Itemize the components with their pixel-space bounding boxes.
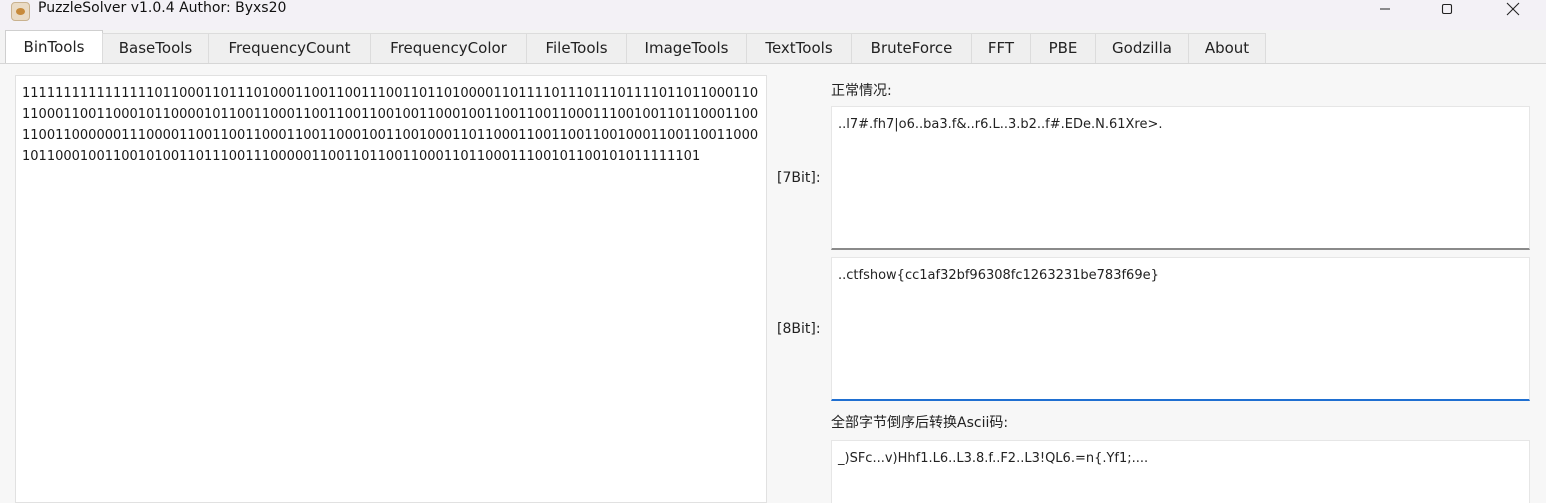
normal-label: 正常情况:: [831, 83, 892, 99]
reverse-output[interactable]: _)SFc...v)Hhf1.L6..L3.8.f..F2..L3!QL6.=n…: [831, 440, 1530, 503]
tab-about[interactable]: About: [1188, 33, 1266, 63]
title-bar: PuzzleSolver v1.0.4 Author: Byxs20: [0, 0, 1546, 30]
reverse-label: 全部字节倒序后转换Ascii码:: [831, 415, 1009, 431]
maximize-icon: [1441, 3, 1453, 15]
tab-frequencycount[interactable]: FrequencyCount: [208, 33, 371, 63]
bit8-output[interactable]: ..ctfshow{cc1af32bf96308fc1263231be783f6…: [831, 257, 1530, 401]
window-title: PuzzleSolver v1.0.4 Author: Byxs20: [38, 0, 287, 16]
tab-fft[interactable]: FFT: [971, 33, 1031, 63]
maximize-button[interactable]: [1424, 0, 1470, 18]
tab-bintools[interactable]: BinTools: [5, 30, 103, 64]
close-icon: [1506, 2, 1520, 16]
tab-texttools[interactable]: TextTools: [746, 33, 852, 63]
close-button[interactable]: [1490, 0, 1536, 18]
tab-bar: BinTools BaseTools FrequencyCount Freque…: [0, 30, 1546, 64]
bit7-label: [7Bit]:: [777, 170, 821, 186]
tab-godzilla[interactable]: Godzilla: [1095, 33, 1189, 63]
tab-pbe[interactable]: PBE: [1030, 33, 1096, 63]
minimize-icon: [1380, 8, 1390, 10]
tab-frequencycolor[interactable]: FrequencyColor: [370, 33, 527, 63]
tab-bruteforce[interactable]: BruteForce: [851, 33, 972, 63]
tab-basetools[interactable]: BaseTools: [102, 33, 209, 63]
bit7-output[interactable]: ..l7#.fh7|o6..ba3.f&..r6.L..3.b2..f#.EDe…: [831, 106, 1530, 250]
bit8-label: [8Bit]:: [777, 321, 821, 337]
minimize-button[interactable]: [1362, 0, 1408, 18]
tab-imagetools[interactable]: ImageTools: [626, 33, 747, 63]
tab-filetools[interactable]: FileTools: [526, 33, 627, 63]
binary-input[interactable]: 1111111111111111011000110111010001100110…: [15, 75, 767, 503]
app-icon: [11, 2, 30, 21]
